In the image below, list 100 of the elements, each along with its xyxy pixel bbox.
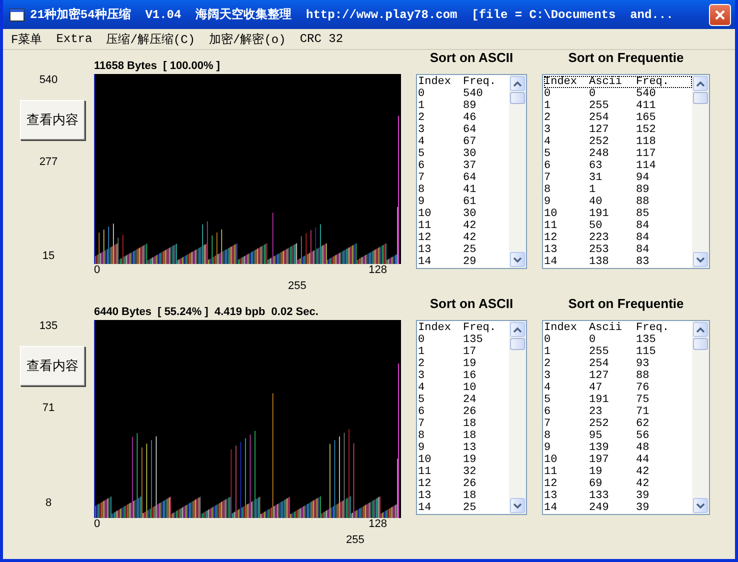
list-cell[interactable]: 11 [544, 466, 589, 478]
list-cell[interactable]: 8 [418, 430, 463, 442]
view-button[interactable]: 查看内容 [20, 100, 85, 140]
menu-item[interactable]: CRC 32 [300, 32, 344, 46]
list-cell[interactable]: 13 [544, 490, 589, 502]
list-cell[interactable]: 1 [544, 346, 589, 358]
list-cell[interactable]: 2 [418, 112, 463, 124]
list-cell[interactable]: 9 [418, 196, 463, 208]
list-cell[interactable]: 139 [589, 442, 636, 454]
list-cell[interactable]: 88 [636, 370, 686, 382]
list-cell[interactable]: 42 [636, 478, 686, 490]
list-cell[interactable]: 13 [418, 244, 463, 256]
list-cell[interactable]: 85 [636, 208, 686, 220]
list-cell[interactable]: 1 [418, 100, 463, 112]
list-cell[interactable]: 135 [463, 334, 509, 346]
list-cell[interactable]: 13 [418, 490, 463, 502]
list-cell[interactable]: 94 [636, 172, 686, 184]
list-cell[interactable]: 4 [418, 382, 463, 394]
list-cell[interactable]: 48 [636, 442, 686, 454]
list-cell[interactable]: 26 [463, 478, 509, 490]
list-cell[interactable]: 1 [544, 100, 589, 112]
list-cell[interactable]: 18 [463, 418, 509, 430]
list-cell[interactable]: 18 [463, 490, 509, 502]
list-cell[interactable]: 11 [418, 220, 463, 232]
list-cell[interactable]: 14 [544, 502, 589, 514]
scrollbar-thumb[interactable] [693, 92, 708, 104]
list-cell[interactable]: 117 [636, 148, 686, 160]
list-cell[interactable]: 47 [589, 382, 636, 394]
scroll-down-button[interactable] [510, 498, 525, 513]
list-cell[interactable]: 9 [418, 442, 463, 454]
list-cell[interactable]: 30 [463, 148, 509, 160]
list-cell[interactable]: 8 [544, 184, 589, 196]
list-cell[interactable]: 29 [463, 256, 509, 268]
list-box[interactable]: Index Freq. 0 135 1 17 2 19 3 16 4 10 5 24 6 26 7 18 8 18 9 13 10 19 11 32 12 26 13 18 14 25 [416, 320, 527, 515]
list-box[interactable]: Index Freq. 0 540 1 89 2 46 3 64 4 67 5 30 6 37 7 64 8 41 9 61 10 30 11 42 12 42 13 25 14 29 [416, 74, 527, 269]
list-cell[interactable]: 9 [544, 196, 589, 208]
list-cell[interactable]: 252 [589, 136, 636, 148]
list-cell[interactable]: 138 [589, 256, 636, 268]
list-cell[interactable]: 4 [544, 382, 589, 394]
list-cell[interactable]: 7 [418, 418, 463, 430]
list-cell[interactable]: 6 [544, 406, 589, 418]
list-cell[interactable]: 5 [544, 394, 589, 406]
list-cell[interactable]: 0 [418, 334, 463, 346]
list-cell[interactable]: 254 [589, 112, 636, 124]
list-cell[interactable]: 1 [418, 346, 463, 358]
list-cell[interactable]: 39 [636, 490, 686, 502]
list-cell[interactable]: 254 [589, 358, 636, 370]
list-cell[interactable]: 3 [418, 124, 463, 136]
list-cell[interactable]: 118 [636, 136, 686, 148]
list-cell[interactable]: 3 [544, 370, 589, 382]
list-cell[interactable]: 3 [544, 124, 589, 136]
scroll-up-button[interactable] [693, 322, 708, 337]
scroll-up-button[interactable] [693, 76, 708, 91]
list-cell[interactable]: 11 [544, 220, 589, 232]
scrollbar-thumb[interactable] [510, 338, 525, 350]
list-cell[interactable]: 540 [463, 88, 509, 100]
list-cell[interactable]: 135 [636, 334, 686, 346]
list-cell[interactable]: 2 [418, 358, 463, 370]
list-cell[interactable]: 13 [544, 244, 589, 256]
list-box[interactable]: Index Ascii Freq. 0 0 135 1 255 115 2 254 93 3 127 88 4 47 76 5 191 75 6 23 71 7 252 62 8 95 56 9 139 48 10 197 44 11 19 42 12 69 42 13 133 39 14 249 39 [542, 320, 710, 515]
list-cell[interactable]: 17 [463, 346, 509, 358]
list-cell[interactable]: 40 [589, 196, 636, 208]
list-cell[interactable]: 84 [636, 220, 686, 232]
list-cell[interactable]: 10 [544, 454, 589, 466]
list-cell[interactable]: 12 [544, 232, 589, 244]
list-cell[interactable]: 223 [589, 232, 636, 244]
list-cell[interactable]: 5 [418, 394, 463, 406]
scroll-down-button[interactable] [693, 498, 708, 513]
list-cell[interactable]: 64 [463, 172, 509, 184]
list-cell[interactable]: 84 [636, 232, 686, 244]
list-cell[interactable]: 249 [589, 502, 636, 514]
list-cell[interactable]: 39 [636, 502, 686, 514]
list-cell[interactable]: 191 [589, 394, 636, 406]
list-cell[interactable]: 0 [544, 334, 589, 346]
list-cell[interactable]: 0 [544, 88, 589, 100]
list-cell[interactable]: 255 [589, 100, 636, 112]
list-cell[interactable]: 8 [544, 430, 589, 442]
list-cell[interactable]: 25 [463, 502, 509, 514]
list-cell[interactable]: 18 [463, 430, 509, 442]
list-cell[interactable]: 4 [418, 136, 463, 148]
list-cell[interactable]: 62 [636, 418, 686, 430]
list-cell[interactable]: 11 [418, 466, 463, 478]
list-cell[interactable]: 19 [589, 466, 636, 478]
list-cell[interactable]: 13 [463, 442, 509, 454]
list-cell[interactable]: 41 [463, 184, 509, 196]
menu-item[interactable]: 加密/解密(o) [209, 30, 286, 48]
list-cell[interactable]: 19 [463, 454, 509, 466]
view-button[interactable]: 查看内容 [20, 346, 85, 386]
list-box[interactable]: Index Ascii Freq. 0 0 540 1 255 411 2 254 165 3 127 152 4 252 118 5 248 117 6 63 114 7 31 94 8 1 89 9 40 88 10 191 85 11 50 84 12 223 84 13 253 84 14 138 83 [542, 74, 710, 269]
list-cell[interactable]: 32 [463, 466, 509, 478]
list-cell[interactable]: 19 [463, 358, 509, 370]
list-cell[interactable]: 12 [418, 232, 463, 244]
list-cell[interactable]: 69 [589, 478, 636, 490]
list-cell[interactable]: 10 [463, 382, 509, 394]
scrollbar-thumb[interactable] [510, 92, 525, 104]
scrollbar-thumb[interactable] [693, 338, 708, 350]
scroll-down-button[interactable] [510, 252, 525, 267]
list-cell[interactable]: 6 [544, 160, 589, 172]
list-cell[interactable]: 76 [636, 382, 686, 394]
list-cell[interactable]: 127 [589, 370, 636, 382]
